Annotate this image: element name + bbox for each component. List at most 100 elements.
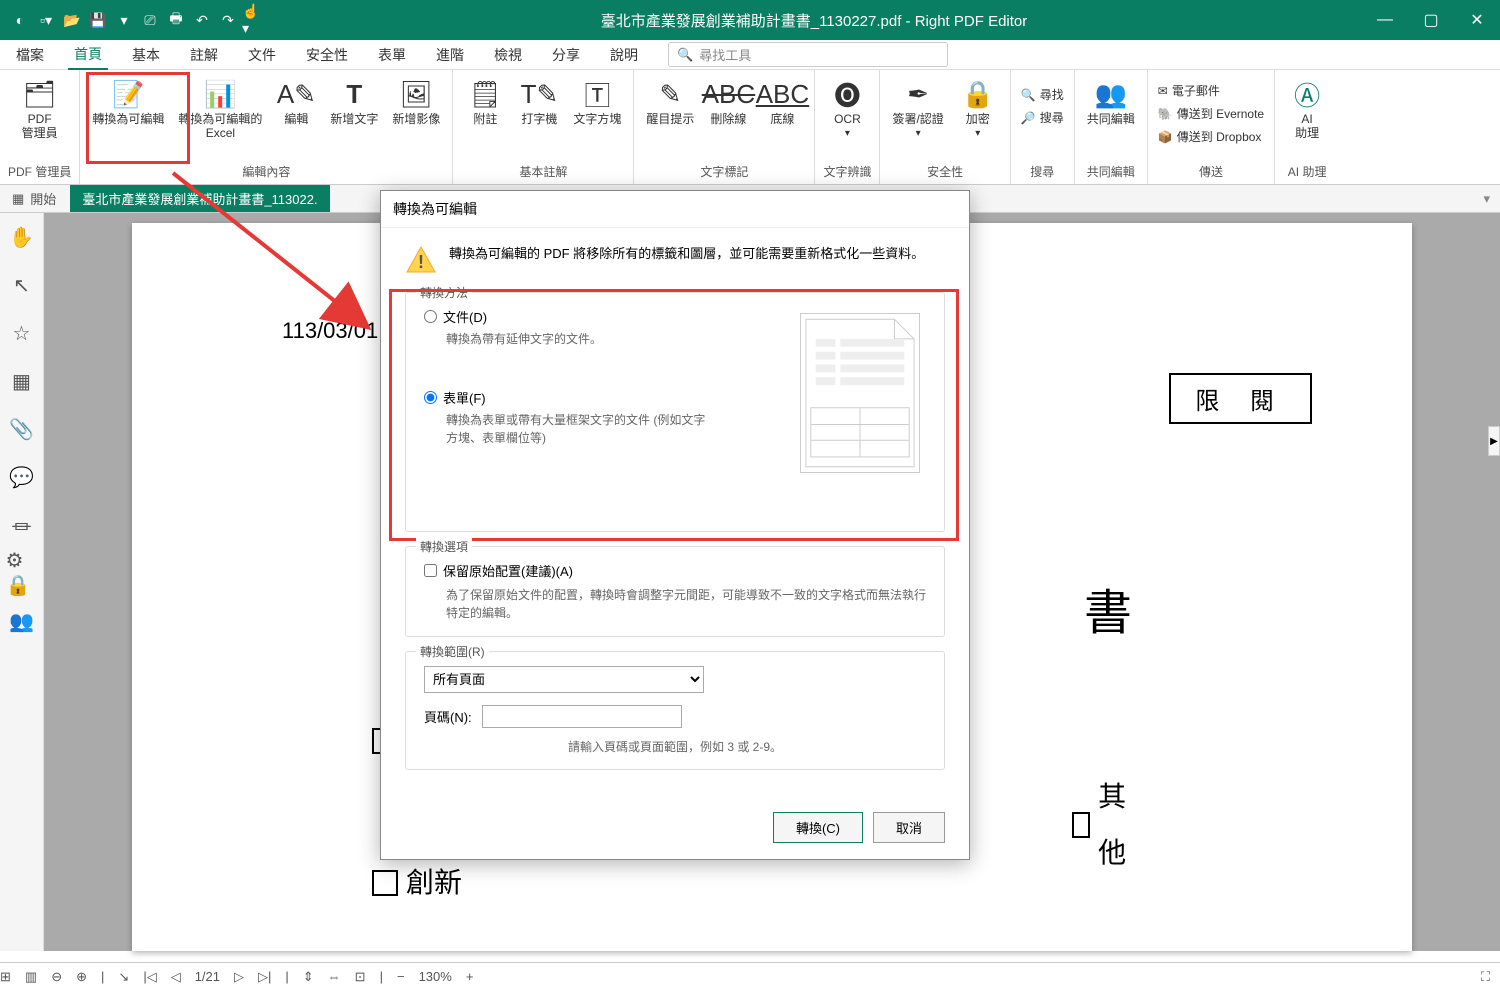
sb-prev-page[interactable]: ◁ <box>171 969 181 985</box>
dialog-title: 轉換為可編輯 <box>381 191 969 228</box>
sb-zoom-out[interactable]: − <box>397 969 405 984</box>
textbox-icon: 🅃 <box>581 78 613 110</box>
select-tool[interactable]: ↖ <box>6 269 38 301</box>
menu-share[interactable]: 分享 <box>546 41 586 69</box>
encrypt-button[interactable]: 🔒加密▾ <box>954 74 1002 143</box>
tab-start[interactable]: ▦開始 <box>0 185 68 212</box>
hand-tool[interactable]: ✋ <box>6 221 38 253</box>
menu-view[interactable]: 檢視 <box>488 41 528 69</box>
menu-home[interactable]: 首頁 <box>68 40 108 70</box>
close-button[interactable]: ✕ <box>1454 0 1500 40</box>
collab-button[interactable]: 👥共同編輯 <box>1083 74 1139 130</box>
thumbnail-tool[interactable]: ▦ <box>6 365 38 397</box>
sb-next-page[interactable]: ▷ <box>234 969 244 985</box>
maximize-button[interactable]: ▢ <box>1408 0 1454 40</box>
sb-cascade[interactable]: ⊞ <box>0 969 11 985</box>
underline-icon: ABC <box>766 78 798 110</box>
dropbox-button[interactable]: 📦傳送到 Dropbox <box>1156 126 1266 147</box>
sb-fit1[interactable]: ⇕ <box>303 969 314 985</box>
sign-icon: ✒ <box>902 78 934 110</box>
tab-dropdown[interactable]: ▾ <box>1483 191 1500 207</box>
textbox-button[interactable]: 🅃文字方塊 <box>569 74 625 130</box>
search-button[interactable]: 🔎搜尋 <box>1019 107 1066 128</box>
save-icon[interactable]: 💾 <box>86 8 110 32</box>
new-dropdown[interactable]: ▫▾ <box>34 8 58 32</box>
ocr-button[interactable]: 🅞OCR▾ <box>823 74 871 143</box>
comment-tool[interactable]: 💬 <box>6 461 38 493</box>
redo-icon[interactable]: ↷ <box>216 8 240 32</box>
search-tools-input[interactable]: 🔍 尋找工具 <box>668 42 948 67</box>
attach-tool[interactable]: 📎 <box>6 413 38 445</box>
strikethrough-button[interactable]: ABC刪除線 <box>704 74 752 130</box>
sb-prev-view[interactable]: ⊖ <box>51 969 62 985</box>
sb-zoom-in[interactable]: + <box>466 969 474 984</box>
ai-button[interactable]: ⒶAI 助理 <box>1283 74 1331 145</box>
open-icon[interactable]: 📂 <box>60 8 84 32</box>
underline-button[interactable]: ABC底線 <box>758 74 806 130</box>
edit-button[interactable]: A✎ 編輯 <box>272 74 320 130</box>
collab-icon: 👥 <box>1095 78 1127 110</box>
preserve-checkbox[interactable]: 保留原始配置(建議)(A) <box>424 561 926 580</box>
menu-form[interactable]: 表單 <box>372 41 412 69</box>
menu-document[interactable]: 文件 <box>242 41 282 69</box>
expand-handle[interactable]: ▶ <box>1488 426 1500 456</box>
scan-icon[interactable]: ⎚ <box>138 8 162 32</box>
page-num-input[interactable] <box>482 705 682 728</box>
find-icon: 🔍 <box>1021 88 1036 102</box>
print-icon[interactable]: 🖶 <box>164 8 188 32</box>
menu-help[interactable]: 說明 <box>604 41 644 69</box>
email-icon: ✉ <box>1158 84 1168 98</box>
minimize-button[interactable]: — <box>1362 0 1408 40</box>
search-icon: 🔍 <box>677 47 693 63</box>
app-icon[interactable]: ◐ <box>8 8 32 32</box>
menu-basic[interactable]: 基本 <box>126 41 166 69</box>
tab-document[interactable]: 臺北市產業發展創業補助計畫書_113022. <box>70 185 329 212</box>
stamp-tool[interactable]: ⏛ <box>6 509 38 541</box>
evernote-icon: 🐘 <box>1158 107 1173 121</box>
svg-text:!: ! <box>418 252 424 272</box>
search-icon: 🔎 <box>1021 111 1036 125</box>
sb-last-page[interactable]: ▷| <box>258 969 271 985</box>
share-tool[interactable]: 👥 <box>6 605 38 637</box>
hand-dropdown[interactable]: ☝▾ <box>242 8 266 32</box>
sb-page-indicator[interactable]: 1/21 <box>195 969 220 984</box>
sb-fit3[interactable]: ⊡ <box>355 969 366 985</box>
sign-button[interactable]: ✒簽署/認證▾ <box>888 74 947 143</box>
convert-button[interactable]: 轉換(C) <box>773 812 863 843</box>
typewriter-button[interactable]: T✎打字機 <box>515 74 563 130</box>
cancel-button[interactable]: 取消 <box>873 812 945 843</box>
menu-annotate[interactable]: 註解 <box>184 41 224 69</box>
sb-fit2[interactable]: ⇔ <box>328 969 341 984</box>
save-dropdown[interactable]: ▾ <box>112 8 136 32</box>
menu-security[interactable]: 安全性 <box>300 41 354 69</box>
attachment-button[interactable]: 🗒附註 <box>461 74 509 130</box>
pdf-icon: 🗂 <box>24 78 56 110</box>
sb-tile[interactable]: ▥ <box>25 969 37 985</box>
security-tool[interactable]: ⚙🔒 <box>6 557 38 589</box>
menu-file[interactable]: 檔案 <box>10 41 50 69</box>
form-illustration <box>800 313 920 473</box>
highlight-icon: ✎ <box>654 78 686 110</box>
highlight-button[interactable]: ✎醒目提示 <box>642 74 698 130</box>
left-toolbar: ✋ ↖ ☆ ▦ 📎 💬 ⏛ ⚙🔒 👥 <box>0 213 44 951</box>
typewriter-icon: T✎ <box>523 78 555 110</box>
add-image-button[interactable]: 🖼 新增影像 <box>388 74 444 130</box>
evernote-button[interactable]: 🐘傳送到 Evernote <box>1156 103 1266 124</box>
range-select[interactable]: 所有頁面 <box>424 666 704 693</box>
edit-icon: A✎ <box>280 78 312 110</box>
email-button[interactable]: ✉電子郵件 <box>1156 80 1266 101</box>
add-text-button[interactable]: T 新增文字 <box>326 74 382 130</box>
restricted-box: 限 閱 <box>1169 373 1312 424</box>
bookmark-tool[interactable]: ☆ <box>6 317 38 349</box>
menu-advanced[interactable]: 進階 <box>430 41 470 69</box>
sb-fullscreen[interactable]: ⛶ <box>1481 969 1490 985</box>
pdf-manager-button[interactable]: 🗂 PDF 管理員 <box>16 74 64 145</box>
undo-icon[interactable]: ↶ <box>190 8 214 32</box>
sb-cursor[interactable]: ↘ <box>118 969 129 985</box>
warning-text: 轉換為可編輯的 PDF 將移除所有的標籤和圖層，並可能需要重新格式化一些資料。 <box>449 244 924 276</box>
sb-zoom-level[interactable]: 130% <box>419 969 452 984</box>
strike-icon: ABC <box>712 78 744 110</box>
sb-first-page[interactable]: |◁ <box>143 969 156 985</box>
sb-next-view[interactable]: ⊕ <box>76 969 87 985</box>
find-button[interactable]: 🔍尋找 <box>1019 84 1066 105</box>
